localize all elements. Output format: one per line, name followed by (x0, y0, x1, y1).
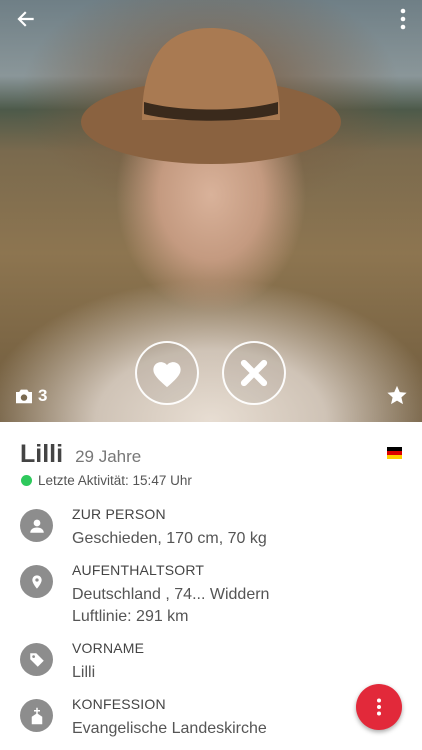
section-value: Geschieden, 170 cm, 70 kg (72, 530, 267, 547)
section-location: AUFENTHALTSORT Deutschland , 74... Widde… (20, 562, 269, 628)
tag-icon (20, 643, 53, 676)
more-options-icon[interactable] (398, 8, 408, 30)
section-value: Lilli (72, 664, 96, 681)
camera-icon (16, 389, 32, 404)
more-actions-fab[interactable] (356, 684, 402, 730)
germany-flag-icon (387, 447, 402, 459)
location-pin-icon (20, 565, 53, 598)
section-label: KONFESSION (72, 696, 166, 712)
section-value: Evangelische Landeskirche (72, 720, 267, 737)
section-label: ZUR PERSON (72, 506, 166, 522)
last-activity-text: Letzte Aktivität: 15:47 Uhr (38, 473, 192, 488)
heart-icon (153, 362, 181, 388)
name-row: Lilli 29 Jahre (20, 440, 141, 469)
more-vertical-icon (377, 698, 381, 716)
section-label: VORNAME (72, 640, 145, 656)
photo-counter[interactable]: 3 (14, 386, 47, 406)
star-icon[interactable] (386, 384, 408, 406)
distance-value: Luftlinie: 291 km (72, 608, 189, 625)
last-activity: Letzte Aktivität: 15:47 Uhr (21, 473, 192, 488)
photo-hat-shape (81, 28, 341, 164)
close-x-icon (240, 359, 268, 387)
back-arrow-icon[interactable] (12, 6, 38, 32)
like-button[interactable] (135, 341, 199, 405)
section-person: ZUR PERSON Geschieden, 170 cm, 70 kg (20, 506, 267, 550)
church-icon (20, 699, 53, 732)
section-label: AUFENTHALTSORT (72, 562, 205, 578)
person-icon (20, 509, 53, 542)
location-value: Deutschland , 74... Widdern (72, 586, 270, 603)
section-firstname: VORNAME Lilli (20, 640, 144, 684)
section-value: Deutschland , 74... Widdern Luftlinie: 2… (72, 584, 269, 628)
photo-count-value: 3 (38, 386, 48, 405)
dislike-button[interactable] (222, 341, 286, 405)
profile-photo[interactable]: 3 (0, 0, 422, 422)
online-status-dot (21, 475, 32, 486)
profile-age: 29 Jahre (75, 447, 142, 466)
section-confession: KONFESSION Evangelische Landeskirche (20, 696, 267, 740)
profile-name: Lilli (20, 440, 64, 468)
